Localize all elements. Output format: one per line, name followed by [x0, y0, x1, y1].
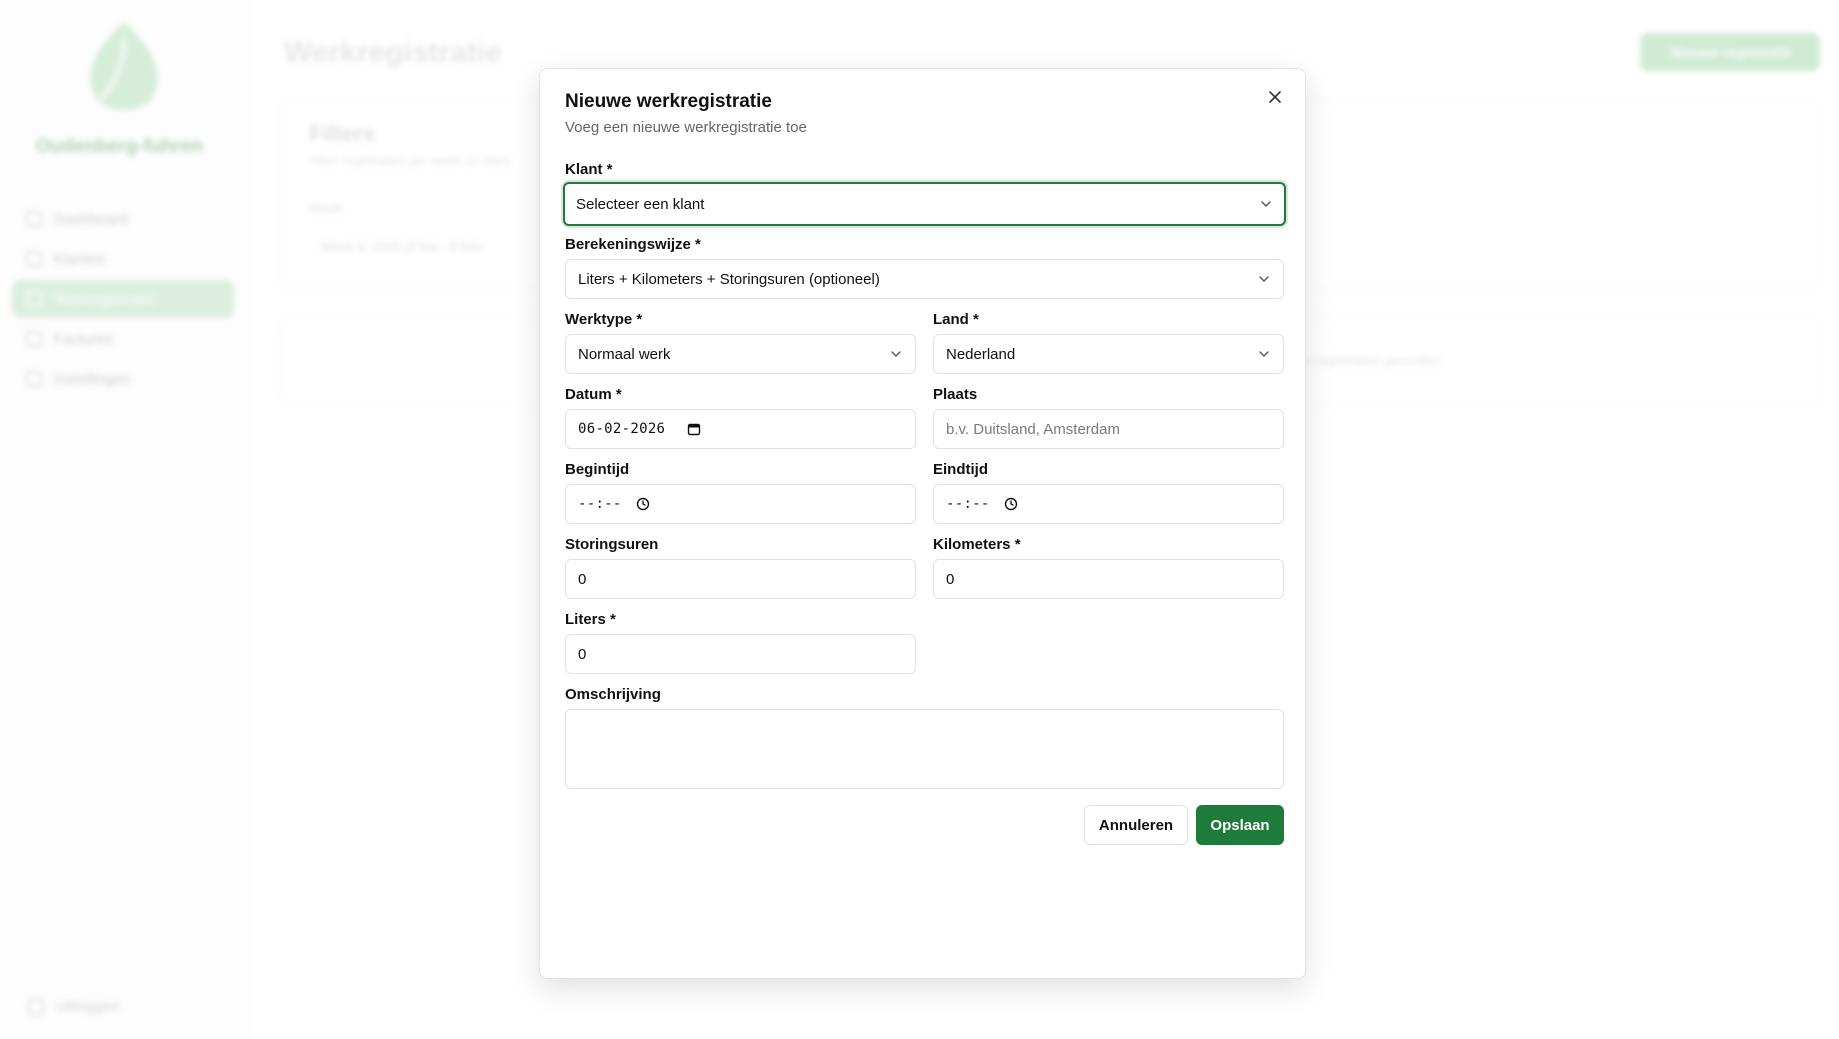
- berekeningswijze-label: Berekeningswijze *: [565, 236, 701, 253]
- plaats-input[interactable]: b.v. Duitsland, Amsterdam: [933, 409, 1284, 449]
- storingsuren-label: Storingsuren: [565, 536, 659, 553]
- eindtijd-input[interactable]: --:--: [933, 484, 1284, 524]
- chevron-down-icon: [1259, 276, 1269, 282]
- plaats-placeholder: b.v. Duitsland, Amsterdam: [946, 420, 1120, 438]
- datum-value: 06-02-2026: [578, 421, 666, 437]
- kilometers-input[interactable]: 0: [933, 559, 1284, 599]
- new-registration-dialog: Nieuwe werkregistratie Voeg een nieuwe w…: [539, 68, 1306, 979]
- klant-select[interactable]: Selecteer een klant: [563, 182, 1286, 226]
- storingsuren-input[interactable]: 0: [565, 559, 916, 599]
- begintijd-value: --:--: [578, 496, 622, 512]
- liters-input[interactable]: 0: [565, 634, 916, 674]
- werktype-select[interactable]: Normaal werk: [565, 334, 916, 374]
- cancel-button[interactable]: Annuleren: [1084, 805, 1188, 845]
- begintijd-input[interactable]: --:--: [565, 484, 916, 524]
- close-icon: [1269, 91, 1281, 103]
- chevron-down-icon: [1261, 201, 1271, 207]
- omschrijving-label: Omschrijving: [565, 686, 661, 703]
- storingsuren-value: 0: [578, 570, 587, 588]
- begintijd-label: Begintijd: [565, 461, 630, 478]
- eindtijd-value: --:--: [946, 496, 990, 512]
- land-value: Nederland: [946, 345, 1016, 363]
- save-button[interactable]: Opslaan: [1196, 805, 1284, 845]
- dialog-description: Voeg een nieuwe werkregistratie toe: [565, 119, 807, 136]
- berekeningswijze-value: Liters + Kilometers + Storingsuren (opti…: [578, 270, 880, 288]
- clock-icon[interactable]: [636, 497, 650, 511]
- land-label: Land *: [933, 311, 979, 328]
- plaats-label: Plaats: [933, 386, 978, 403]
- datum-label: Datum *: [565, 386, 622, 403]
- chevron-down-icon: [1259, 351, 1269, 357]
- liters-value: 0: [578, 645, 587, 663]
- kilometers-value: 0: [946, 570, 955, 588]
- datum-input[interactable]: 06-02-2026: [565, 409, 916, 449]
- dialog-title: Nieuwe werkregistratie: [565, 91, 772, 112]
- werktype-value: Normaal werk: [578, 345, 671, 363]
- eindtijd-label: Eindtijd: [933, 461, 988, 478]
- klant-select-value: Selecteer een klant: [576, 195, 705, 213]
- chevron-down-icon: [891, 351, 901, 357]
- kilometers-label: Kilometers *: [933, 536, 1021, 553]
- liters-label: Liters *: [565, 611, 616, 628]
- close-button[interactable]: [1263, 85, 1287, 109]
- clock-icon[interactable]: [1004, 497, 1018, 511]
- omschrijving-textarea[interactable]: [565, 709, 1284, 789]
- land-select[interactable]: Nederland: [933, 334, 1284, 374]
- calendar-icon[interactable]: [687, 422, 701, 436]
- klant-label: Klant *: [565, 161, 613, 178]
- berekeningswijze-select[interactable]: Liters + Kilometers + Storingsuren (opti…: [565, 259, 1284, 299]
- werktype-label: Werktype *: [565, 311, 643, 328]
